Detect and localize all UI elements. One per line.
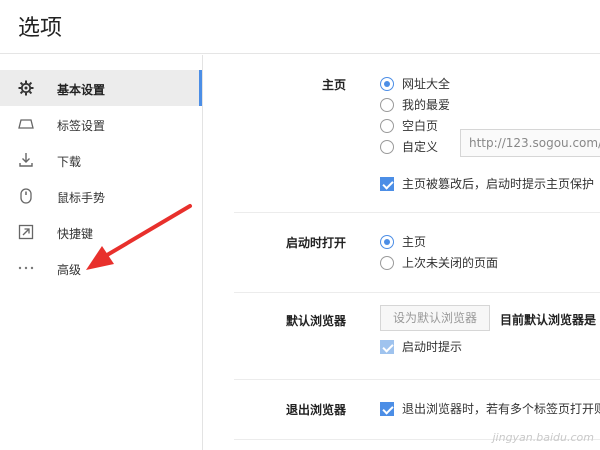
checkbox-label: 退出浏览器时，若有多个标签页打开则 bbox=[402, 402, 600, 416]
sidebar-item-download[interactable]: 下载 bbox=[0, 142, 202, 178]
radio-label: 我的最爱 bbox=[402, 98, 451, 112]
divider bbox=[234, 379, 600, 380]
checkbox[interactable] bbox=[380, 339, 394, 354]
radio-label: 网址大全 bbox=[402, 77, 451, 91]
radio-homepage-option[interactable]: 空白页 bbox=[380, 117, 438, 134]
annotation-arrow bbox=[86, 204, 192, 270]
radio-label: 空白页 bbox=[402, 119, 439, 133]
radio-button[interactable] bbox=[380, 97, 394, 112]
sidebar-item-label: 基本设置 bbox=[57, 83, 106, 97]
radio-homepage-option[interactable]: 我的最爱 bbox=[380, 96, 450, 113]
divider bbox=[234, 212, 600, 213]
radio-button[interactable] bbox=[380, 139, 394, 154]
shortcut-icon bbox=[17, 223, 35, 241]
section-title-startup: 启动时打开 bbox=[285, 236, 346, 250]
radio-label: 自定义 bbox=[402, 140, 439, 154]
tab-icon bbox=[17, 115, 35, 133]
radio-startup-option[interactable]: 主页 bbox=[380, 233, 426, 250]
checkbox-label: 主页被篡改后，启动时提示主页保护 bbox=[402, 177, 595, 191]
radio-button[interactable] bbox=[380, 234, 394, 249]
checkbox[interactable] bbox=[380, 401, 394, 416]
exit-browser-checkbox[interactable]: 退出浏览器时，若有多个标签页打开则 bbox=[380, 400, 600, 417]
window-header: 选项 bbox=[0, 0, 600, 54]
radio-label: 上次未关闭的页面 bbox=[402, 256, 499, 270]
sidebar-item-tab-settings[interactable]: 标签设置 bbox=[0, 106, 202, 142]
radio-homepage-option[interactable]: 网址大全 bbox=[380, 75, 450, 92]
sidebar-item-label: 下载 bbox=[57, 155, 82, 169]
more-icon bbox=[17, 259, 35, 277]
sidebar-item-basic-settings[interactable]: 基本设置 bbox=[0, 70, 202, 106]
checkbox-label: 启动时提示 bbox=[402, 340, 463, 354]
radio-button[interactable] bbox=[380, 76, 394, 91]
section-title-default-browser: 默认浏览器 bbox=[285, 314, 346, 328]
settings-panel: 主页 网址大全 我的最爱 空白页 自定义 http://123.sogou.co… bbox=[204, 55, 600, 450]
mouse-icon bbox=[17, 187, 35, 205]
divider bbox=[234, 292, 600, 293]
radio-label: 主页 bbox=[402, 235, 427, 249]
checkbox[interactable] bbox=[380, 176, 394, 191]
radio-button[interactable] bbox=[380, 118, 394, 133]
sidebar-item-label: 高级 bbox=[57, 263, 82, 277]
download-icon bbox=[17, 151, 35, 169]
homepage-protect-checkbox[interactable]: 主页被篡改后，启动时提示主页保护 bbox=[380, 175, 594, 192]
set-default-browser-button[interactable]: 设为默认浏览器 bbox=[380, 305, 490, 331]
section-title-homepage: 主页 bbox=[321, 78, 346, 92]
watermark: jingyan.baidu.com bbox=[492, 431, 594, 444]
radio-homepage-option[interactable]: 自定义 bbox=[380, 138, 438, 155]
default-browser-prompt-checkbox[interactable]: 启动时提示 bbox=[380, 338, 462, 355]
radio-startup-option[interactable]: 上次未关闭的页面 bbox=[380, 254, 498, 271]
sidebar-item-label: 标签设置 bbox=[57, 119, 106, 133]
window-title: 选项 bbox=[18, 16, 63, 41]
radio-button[interactable] bbox=[380, 255, 394, 270]
gear-icon bbox=[17, 79, 35, 97]
section-title-exit-browser: 退出浏览器 bbox=[285, 403, 346, 417]
default-browser-status: 目前默认浏览器是 bbox=[500, 313, 597, 327]
custom-homepage-url-field[interactable]: http://123.sogou.com/ bbox=[460, 129, 600, 157]
